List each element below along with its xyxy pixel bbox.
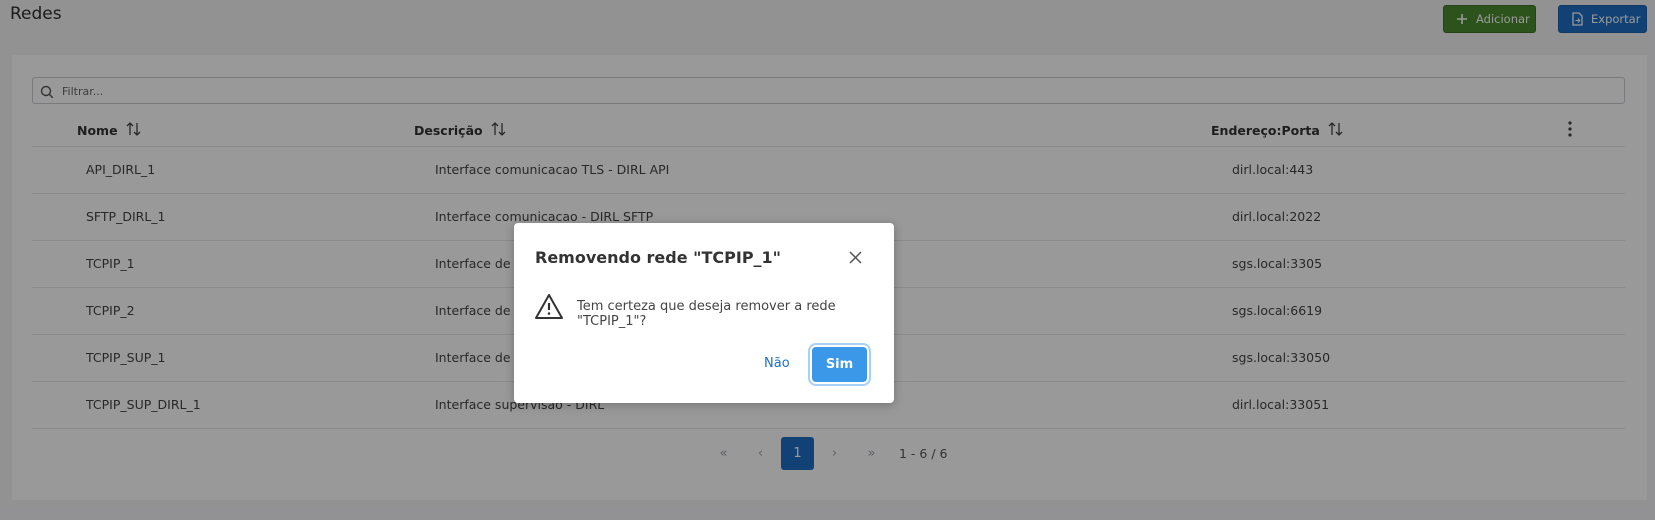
yes-button[interactable]: Sim: [812, 347, 867, 382]
dialog-message: Tem certeza que deseja remover a rede "T…: [577, 299, 836, 329]
warning-icon: [534, 293, 564, 324]
dialog-title: Removendo rede "TCPIP_1": [535, 248, 782, 267]
confirm-dialog: Removendo rede "TCPIP_1" Tem certeza que…: [514, 223, 894, 403]
no-button[interactable]: Não: [760, 354, 794, 373]
close-icon[interactable]: [849, 249, 862, 268]
